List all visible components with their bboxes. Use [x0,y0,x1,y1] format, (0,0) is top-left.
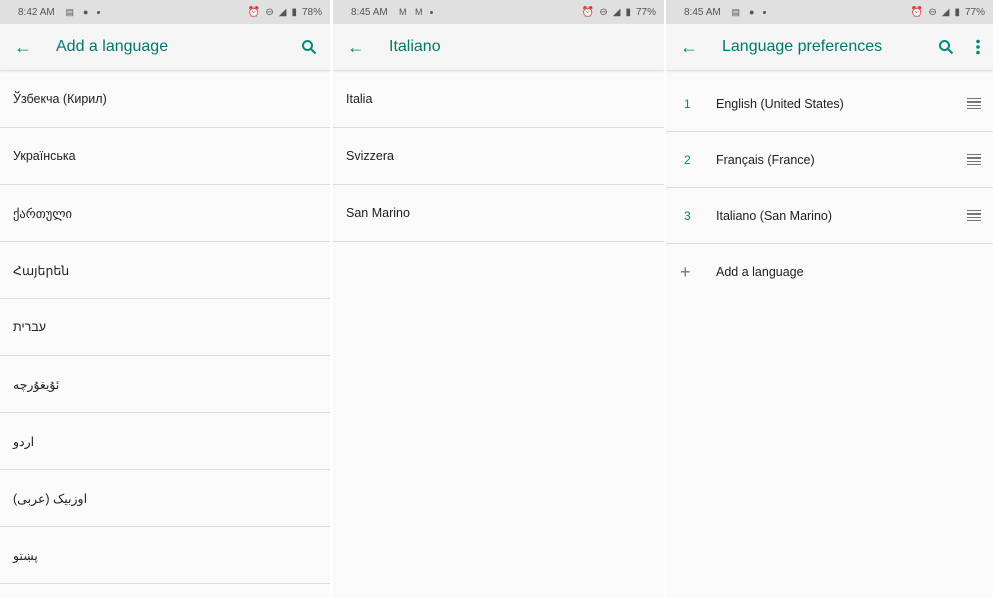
alarm-icon: ⏰ [910,6,924,18]
battery-percent: 77% [964,6,985,18]
page-title: Add a language [56,38,169,55]
news-icon: ▤ [65,6,74,17]
plus-icon: + [680,261,691,282]
alarm-icon: ⏰ [247,6,261,18]
drag-handle-icon[interactable] [967,153,981,166]
messenger-icon: ● [748,7,755,17]
language-item[interactable]: Ўзбекча (Кирил) [0,71,330,128]
gmail-icon: M [398,7,407,17]
region-list: Italia Svizzera San Marino [333,71,664,242]
language-item[interactable]: پښتو [0,527,330,584]
page-title: Italiano [389,38,441,55]
preferred-language-item[interactable]: 2 Français (France) [666,132,993,188]
language-list: Ўзбекча (Кирил) Українська ქართული Հայեր… [0,71,330,584]
language-label: Italiano (San Marino) [716,208,833,223]
alarm-icon: ⏰ [581,6,595,18]
language-item[interactable]: Հայերեն [0,242,330,299]
status-bar: 8:42 AM ▤ ● ⏰ ⊖ ◢ ▮ 78% [0,0,330,24]
drag-handle-icon[interactable] [967,209,981,222]
more-notifications-icon [96,10,100,14]
language-item[interactable]: اردو [0,413,330,470]
language-item[interactable]: Українська [0,128,330,185]
dnd-icon: ⊖ [599,6,608,18]
status-time: 8:42 AM [18,6,55,18]
back-arrow-icon[interactable]: ← [14,38,32,56]
search-icon[interactable] [935,36,957,58]
preferred-language-item[interactable]: 3 Italiano (San Marino) [666,188,993,244]
more-options-icon[interactable] [967,36,989,58]
language-label: Français (France) [716,152,815,167]
region-item[interactable]: Svizzera [333,128,664,185]
messenger-icon: ● [82,7,89,17]
language-item[interactable]: اوزبیک (عربی) [0,470,330,527]
battery-icon: ▮ [954,6,960,18]
preferred-language-list: 1 English (United States) 2 Français (Fr… [666,76,993,300]
signal-icon: ◢ [612,6,621,18]
rank-number: 1 [684,96,691,111]
battery-percent: 77% [635,6,656,18]
language-item[interactable]: עברית [0,299,330,356]
battery-icon: ▮ [291,6,297,18]
battery-percent: 78% [301,6,322,18]
add-language-screen: 8:42 AM ▤ ● ⏰ ⊖ ◢ ▮ 78% ← Add a language… [0,0,330,598]
signal-icon: ◢ [941,6,950,18]
gmail-icon: M [414,7,423,17]
region-select-screen: 8:45 AM M M ⏰ ⊖ ◢ ▮ 77% ← Italiano Itali… [333,0,664,598]
language-item[interactable]: ქართული [0,185,330,242]
more-notifications-icon [762,10,766,14]
dnd-icon: ⊖ [928,6,937,18]
page-title: Language preferences [722,38,883,55]
add-language-button[interactable]: + Add a language [666,244,993,300]
signal-icon: ◢ [278,6,287,18]
news-icon: ▤ [731,6,740,17]
app-bar: ← Italiano [333,24,664,71]
language-item[interactable]: ئۇيغۇرچە [0,356,330,413]
app-bar: ← Add a language [0,24,330,71]
search-icon[interactable] [298,36,320,58]
status-bar: 8:45 AM M M ⏰ ⊖ ◢ ▮ 77% [333,0,664,24]
more-notifications-icon [429,10,433,14]
status-bar: 8:45 AM ▤ ● ⏰ ⊖ ◢ ▮ 77% [666,0,993,24]
app-bar: ← Language preferences [666,24,993,71]
preferred-language-item[interactable]: 1 English (United States) [666,76,993,132]
back-arrow-icon[interactable]: ← [347,38,365,56]
rank-number: 3 [684,208,691,223]
add-language-label: Add a language [716,265,804,279]
region-item[interactable]: Italia [333,71,664,128]
status-time: 8:45 AM [684,6,721,18]
language-preferences-screen: 8:45 AM ▤ ● ⏰ ⊖ ◢ ▮ 77% ← Language prefe… [666,0,993,598]
battery-icon: ▮ [625,6,631,18]
dnd-icon: ⊖ [265,6,274,18]
language-label: English (United States) [716,96,844,111]
back-arrow-icon[interactable]: ← [680,38,698,56]
rank-number: 2 [684,152,691,167]
drag-handle-icon[interactable] [967,97,981,110]
status-time: 8:45 AM [351,6,388,18]
region-item[interactable]: San Marino [333,185,664,242]
